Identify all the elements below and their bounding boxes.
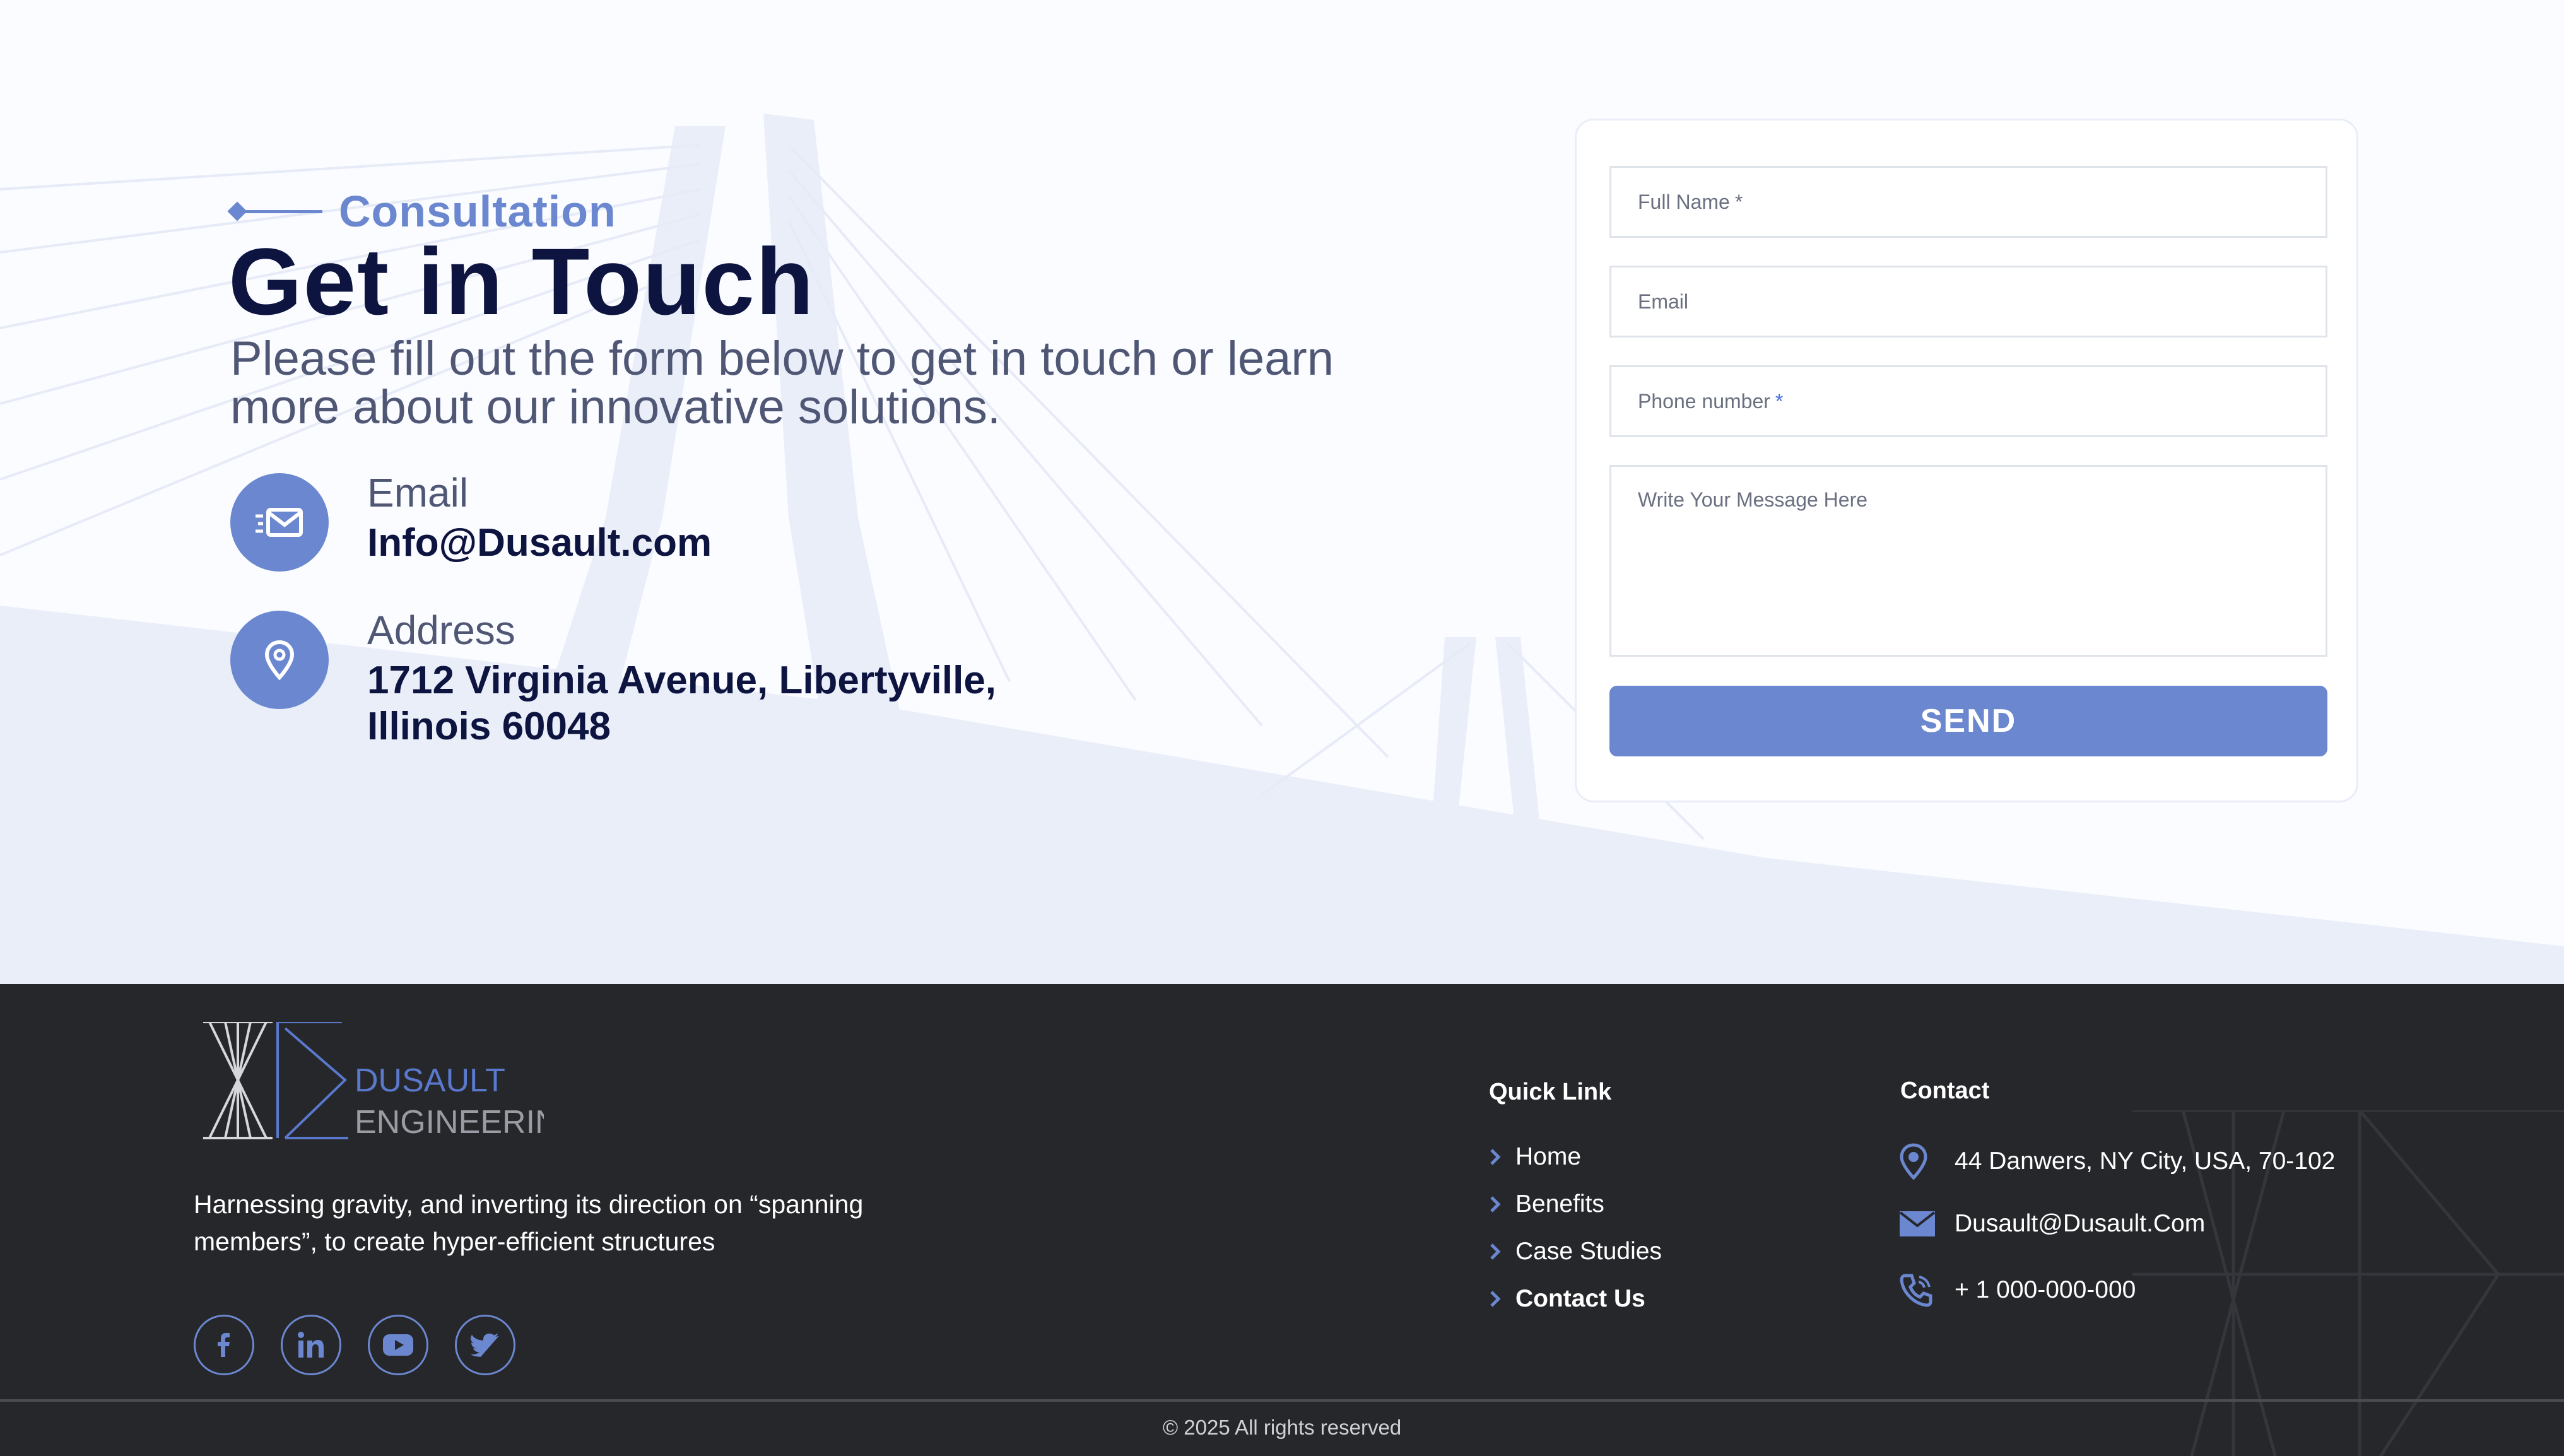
footer-link-benefits[interactable]: Benefits bbox=[1489, 1190, 1604, 1218]
quick-link-title: Quick Link bbox=[1489, 1079, 1612, 1105]
facebook-icon[interactable] bbox=[194, 1315, 254, 1375]
footer-address-text: 44 Danwers, NY City, USA, 70-102 bbox=[1955, 1148, 2336, 1175]
footer-contact-title: Contact bbox=[1900, 1077, 1990, 1104]
chevron-right-icon bbox=[1489, 1289, 1515, 1308]
footer-email-text: Dusault@Dusault.Com bbox=[1955, 1210, 2206, 1237]
logo-line-2: ENGINEERING bbox=[355, 1104, 544, 1141]
chevron-right-icon bbox=[1489, 1242, 1515, 1261]
youtube-icon[interactable] bbox=[368, 1315, 428, 1375]
send-button[interactable]: SEND bbox=[1609, 686, 2327, 756]
footer-address: 44 Danwers, NY City, USA, 70-102 bbox=[1899, 1143, 2335, 1180]
footer-link-label: Benefits bbox=[1515, 1190, 1604, 1218]
company-logo[interactable]: DUSAULT ENGINEERING bbox=[203, 1021, 584, 1148]
footer-phone[interactable]: + 1 000-000-000 bbox=[1899, 1273, 2136, 1307]
copyright-text: © 2025 All rights reserved bbox=[1162, 1416, 1402, 1439]
email-label: Email bbox=[367, 470, 469, 515]
location-pin-icon bbox=[230, 611, 329, 709]
message-placeholder: Write Your Message Here bbox=[1638, 488, 1868, 511]
footer-tagline: Harnessing gravity, and inverting its di… bbox=[194, 1190, 864, 1256]
full-name-field[interactable]: Full Name * bbox=[1609, 166, 2327, 238]
linkedin-icon[interactable] bbox=[281, 1315, 341, 1375]
logo-line-1: DUSAULT bbox=[355, 1062, 505, 1099]
eyebrow-line bbox=[240, 209, 322, 213]
email-placeholder: Email bbox=[1638, 290, 1689, 313]
phone-number-field[interactable]: Phone number * bbox=[1609, 365, 2327, 437]
footer-link-case-studies[interactable]: Case Studies bbox=[1489, 1238, 1662, 1265]
footer-link-home[interactable]: Home bbox=[1489, 1143, 1581, 1171]
footer-divider bbox=[0, 1399, 2564, 1402]
message-textarea[interactable]: Write Your Message Here bbox=[1609, 465, 2327, 657]
footer-link-contact-us[interactable]: Contact Us bbox=[1489, 1285, 1645, 1313]
phone-required-mark: * bbox=[1775, 389, 1784, 413]
full-name-placeholder: Full Name bbox=[1638, 190, 1730, 213]
eyebrow-diamond bbox=[227, 201, 247, 221]
phone-placeholder: Phone number bbox=[1638, 389, 1770, 413]
email-field[interactable]: Email bbox=[1609, 266, 2327, 338]
envelope-icon bbox=[1899, 1211, 1955, 1237]
address-label: Address bbox=[367, 608, 515, 653]
page-title: Get in Touch bbox=[228, 228, 815, 334]
phone-icon bbox=[1899, 1273, 1955, 1307]
twitter-icon[interactable] bbox=[455, 1315, 515, 1375]
footer-email[interactable]: Dusault@Dusault.Com bbox=[1899, 1210, 2205, 1238]
location-pin-icon bbox=[1899, 1143, 1955, 1180]
contact-form: Full Name * Email Phone number * Write Y… bbox=[1575, 119, 2358, 802]
footer-link-label: Case Studies bbox=[1515, 1238, 1662, 1265]
envelope-icon bbox=[230, 473, 329, 572]
site-footer: DUSAULT ENGINEERING Harnessing gravity, … bbox=[0, 984, 2564, 1456]
address-line-2: Illinois 60048 bbox=[367, 705, 611, 748]
contact-section: Consultation Get in Touch Please fill ou… bbox=[0, 0, 2564, 984]
footer-phone-text: + 1 000-000-000 bbox=[1955, 1276, 2136, 1303]
footer-link-label: Contact Us bbox=[1515, 1285, 1645, 1312]
footer-link-label: Home bbox=[1515, 1143, 1582, 1170]
intro-text: Please fill out the form below to get in… bbox=[230, 332, 1334, 434]
full-name-required-mark: * bbox=[1734, 190, 1743, 213]
address-line-1: 1712 Virginia Avenue, Libertyville, bbox=[367, 659, 997, 702]
email-value[interactable]: Info@Dusault.com bbox=[367, 520, 712, 566]
social-links bbox=[194, 1315, 515, 1375]
chevron-right-icon bbox=[1489, 1195, 1515, 1214]
chevron-right-icon bbox=[1489, 1148, 1515, 1166]
